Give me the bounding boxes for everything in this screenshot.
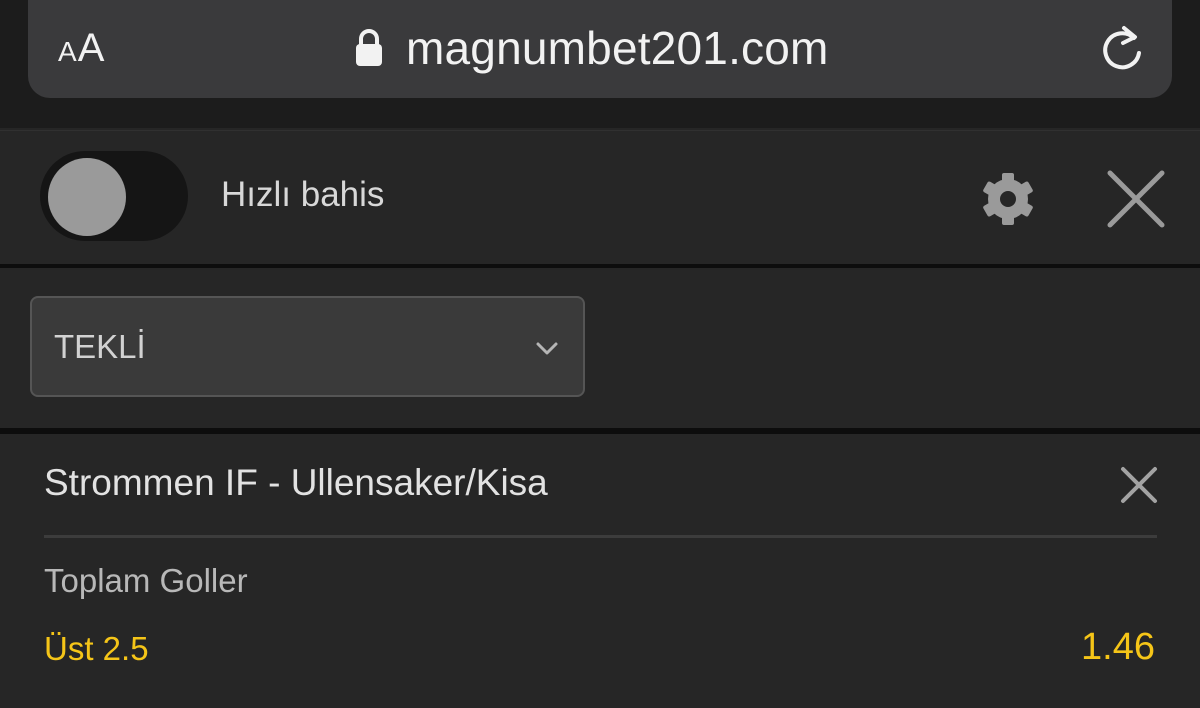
gear-icon[interactable] — [980, 171, 1036, 227]
bet-type-area: TEKLİ — [0, 268, 1200, 428]
quick-bet-label: Hızlı bahis — [221, 175, 385, 214]
browser-chrome: A A magnumbet201.com — [0, 0, 1200, 128]
url-display[interactable]: magnumbet201.com — [354, 20, 829, 76]
market-name: Toplam Goller — [44, 562, 248, 599]
chevron-down-icon — [536, 342, 558, 355]
card-divider — [44, 535, 1157, 538]
reader-small-letter: A — [58, 36, 77, 67]
outcome-name: Üst 2.5 — [44, 630, 149, 667]
selection-card: Strommen IF - Ullensaker/Kisa Toplam Gol… — [0, 434, 1200, 708]
match-title: Strommen IF - Ullensaker/Kisa — [44, 462, 548, 503]
lock-icon — [356, 29, 382, 66]
bet-type-select[interactable]: TEKLİ — [30, 296, 585, 397]
quick-bet-toggle[interactable] — [40, 151, 188, 241]
betslip-header: Hızlı bahis — [0, 130, 1200, 264]
reader-big-letter: A — [77, 26, 105, 70]
reader-mode-button[interactable]: A A — [58, 22, 104, 74]
toggle-knob — [48, 158, 126, 236]
url-text: magnumbet201.com — [406, 22, 829, 74]
close-icon[interactable] — [1106, 169, 1166, 229]
odds-value[interactable]: 1.46 — [1081, 626, 1155, 669]
reload-icon[interactable] — [1098, 22, 1146, 74]
bet-type-value: TEKLİ — [54, 328, 146, 365]
close-icon[interactable] — [1120, 466, 1158, 504]
